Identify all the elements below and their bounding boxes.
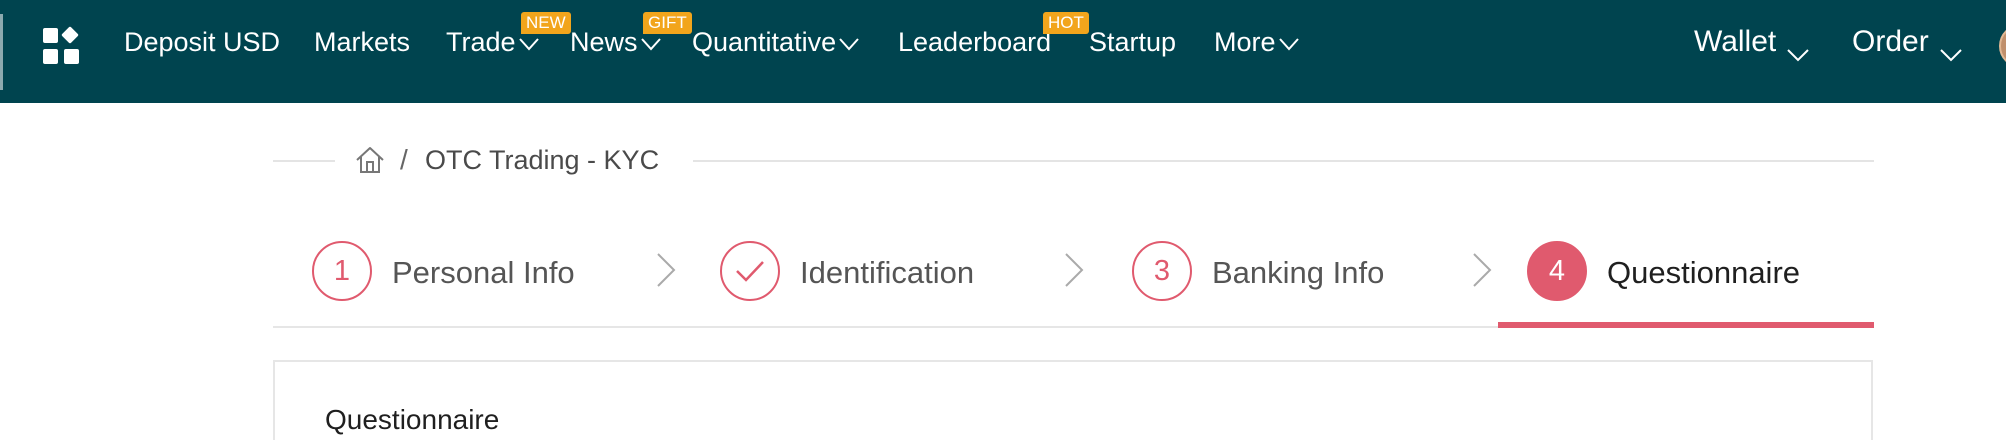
chevron-down-icon xyxy=(1278,37,1300,51)
nav-item-label: Wallet xyxy=(1694,25,1777,58)
step-1-label: Personal Info xyxy=(392,255,575,290)
check-icon xyxy=(736,261,764,282)
nav-item-startup[interactable]: Startup xyxy=(1089,25,1176,59)
breadcrumb-line-right xyxy=(693,160,1874,162)
avatar[interactable] xyxy=(1999,24,2006,68)
nav-item-quantitative[interactable]: Quantitative xyxy=(692,25,860,59)
nav-order-dropdown[interactable]: Order xyxy=(1852,25,1963,62)
active-step-indicator xyxy=(1498,322,1874,328)
top-navbar: Deposit USD Markets Trade NEW News GIFT … xyxy=(0,0,2006,103)
nav-item-label: More xyxy=(1214,27,1276,57)
nav-item-label: Deposit USD xyxy=(124,27,281,57)
chevron-right-icon xyxy=(1471,251,1493,289)
grid-apps-icon[interactable] xyxy=(43,26,79,64)
nav-item-markets[interactable]: Markets xyxy=(314,25,410,59)
chevron-down-icon xyxy=(838,37,860,51)
navbar-edge-divider xyxy=(0,14,3,90)
hot-badge: HOT xyxy=(1043,12,1089,34)
nav-item-more[interactable]: More xyxy=(1214,25,1300,59)
breadcrumb-line-left xyxy=(273,160,335,162)
step-2-label: Identification xyxy=(800,255,975,290)
step-3-label: Banking Info xyxy=(1212,255,1385,290)
nav-item-deposit-usd[interactable]: Deposit USD xyxy=(124,25,280,59)
breadcrumb-separator: / xyxy=(400,144,408,175)
home-icon[interactable] xyxy=(355,146,385,174)
nav-item-label: Markets xyxy=(314,27,411,57)
step-2-marker xyxy=(720,241,780,301)
chevron-down-icon xyxy=(1939,36,1963,62)
nav-item-label: Leaderboard xyxy=(898,27,1052,57)
breadcrumb-current-page: OTC Trading - KYC xyxy=(425,145,660,175)
chevron-down-icon xyxy=(518,37,540,51)
step-4-label: Questionnaire xyxy=(1607,255,1801,290)
nav-wallet-dropdown[interactable]: Wallet xyxy=(1694,25,1810,62)
card-title: Questionnaire xyxy=(325,404,500,435)
step-1-marker: 1 xyxy=(312,241,372,301)
new-badge: NEW xyxy=(521,12,571,34)
nav-item-label: Order xyxy=(1852,25,1929,58)
nav-item-leaderboard[interactable]: Leaderboard xyxy=(898,25,1051,59)
nav-item-label: Quantitative xyxy=(692,27,837,57)
chevron-down-icon xyxy=(1786,36,1810,62)
step-4-marker: 4 xyxy=(1527,241,1587,301)
nav-item-label: News xyxy=(570,27,638,57)
questionnaire-card: Questionnaire xyxy=(273,360,1873,440)
chevron-down-icon xyxy=(640,37,662,51)
gift-badge: GIFT xyxy=(643,12,692,34)
chevron-right-icon xyxy=(655,251,677,289)
chevron-right-icon xyxy=(1063,251,1085,289)
nav-item-label: Startup xyxy=(1089,27,1177,57)
step-3-marker: 3 xyxy=(1132,241,1192,301)
nav-item-label: Trade xyxy=(446,27,516,57)
